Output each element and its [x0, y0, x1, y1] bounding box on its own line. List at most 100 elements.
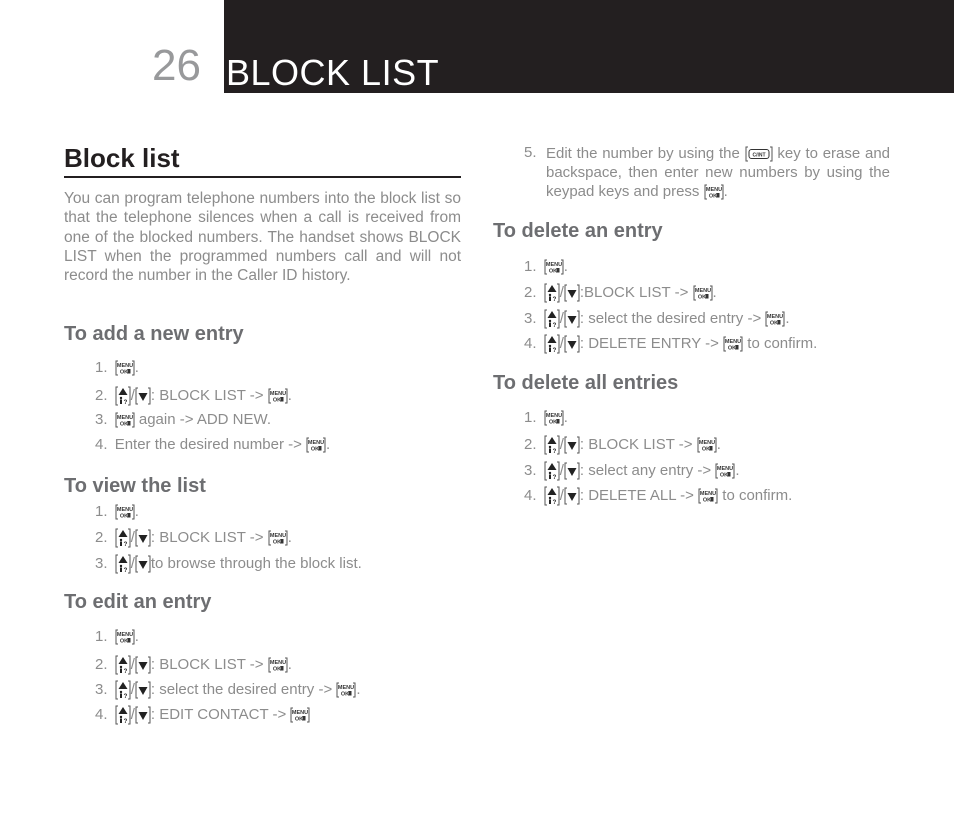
step-item: 4. ? / : EDIT CONTACT -> MENU OK — [95, 705, 310, 725]
heading-edit-entry: To edit an entry — [64, 591, 212, 613]
svg-text:MENU: MENU — [117, 632, 133, 638]
menu-ok-key-icon: MENU OK — [268, 530, 288, 546]
svg-text:MENU: MENU — [308, 440, 324, 446]
step-item: 1. MENU OK . — [95, 359, 139, 376]
up-key-icon: ? — [544, 435, 560, 455]
svg-text:?: ? — [123, 542, 127, 548]
step-item: 3. ? / to browse through the block list. — [95, 554, 362, 574]
svg-text:OK: OK — [341, 692, 349, 698]
svg-text:OK: OK — [697, 295, 705, 301]
clear-key-icon: C/INT — [745, 146, 773, 162]
svg-text:?: ? — [552, 323, 556, 329]
svg-text:OK: OK — [703, 498, 711, 504]
step-number: 2. — [524, 283, 541, 301]
menu-ok-key-icon: MENU OK — [115, 412, 135, 428]
up-key-icon: ? — [544, 486, 560, 506]
heading-delete-entry: To delete an entry — [493, 220, 663, 242]
menu-ok-key-icon: MENU OK — [544, 259, 564, 275]
svg-text:MENU: MENU — [292, 710, 308, 716]
up-key-icon: ? — [544, 334, 560, 354]
page-number: 26 — [152, 41, 201, 90]
svg-text:OK: OK — [708, 194, 716, 200]
svg-text:OK: OK — [720, 473, 728, 479]
up-key-icon: ? — [115, 386, 131, 406]
svg-text:?: ? — [552, 500, 556, 506]
svg-text:OK: OK — [273, 540, 281, 546]
step-number: 4. — [524, 486, 541, 504]
step-number: 2. — [95, 528, 112, 546]
svg-text:MENU: MENU — [270, 660, 286, 666]
step-number: 3. — [524, 309, 541, 327]
section-title: Block list — [64, 143, 180, 173]
down-key-icon — [564, 284, 580, 302]
step-item: 2. ? / :BLOCK LIST -> MENU OK . — [524, 283, 717, 303]
svg-text:OK: OK — [120, 422, 128, 428]
svg-text:MENU: MENU — [767, 314, 783, 320]
svg-text:OK: OK — [120, 370, 128, 376]
up-key-icon: ? — [115, 554, 131, 574]
menu-ok-key-icon: MENU OK — [715, 463, 735, 479]
svg-text:?: ? — [552, 475, 556, 481]
svg-text:OK: OK — [549, 269, 557, 275]
step-item: 3. ? / : select the desired entry -> MENU… — [95, 680, 361, 700]
svg-text:?: ? — [552, 449, 556, 455]
svg-text:OK: OK — [770, 321, 778, 327]
svg-text:MENU: MENU — [270, 533, 286, 539]
heading-view-list: To view the list — [64, 475, 206, 497]
menu-ok-key-icon: MENU OK — [698, 488, 718, 504]
step-number: 3. — [95, 411, 112, 428]
step-number: 1. — [95, 503, 112, 520]
svg-text:MENU: MENU — [117, 507, 133, 513]
intro-paragraph: You can program telephone numbers into t… — [64, 190, 461, 285]
menu-ok-key-icon: MENU OK — [336, 682, 356, 698]
svg-text:MENU: MENU — [725, 339, 741, 345]
step-item: 1. MENU OK . — [524, 409, 568, 426]
step-number: 3. — [524, 461, 541, 479]
menu-ok-key-icon: MENU OK — [704, 184, 724, 200]
step-number: 1. — [524, 409, 541, 426]
svg-text:OK: OK — [295, 717, 303, 723]
up-key-icon: ? — [544, 283, 560, 303]
svg-text:MENU: MENU — [705, 187, 721, 193]
svg-text:?: ? — [123, 568, 127, 574]
down-key-icon — [135, 529, 151, 547]
svg-text:?: ? — [123, 694, 127, 700]
step-item: 3. ? / : select any entry -> MENU OK . — [524, 461, 740, 481]
menu-ok-key-icon: MENU OK — [693, 285, 713, 301]
heading-add-entry: To add a new entry — [64, 323, 244, 345]
svg-text:MENU: MENU — [717, 466, 733, 472]
step-item: 1. MENU OK . — [95, 628, 139, 645]
up-key-icon: ? — [115, 705, 131, 725]
down-key-icon — [135, 555, 151, 573]
svg-text:OK: OK — [728, 346, 736, 352]
menu-ok-key-icon: MENU OK — [544, 410, 564, 426]
step-item: 3. ? / : select the desired entry -> MENU… — [524, 309, 790, 329]
step-number: 2. — [95, 655, 112, 673]
svg-text:MENU: MENU — [700, 491, 716, 497]
svg-text:OK: OK — [549, 420, 557, 426]
svg-text:?: ? — [552, 297, 556, 303]
up-key-icon: ? — [115, 655, 131, 675]
svg-text:OK: OK — [273, 667, 281, 673]
step-number: 1. — [524, 258, 541, 275]
svg-text:MENU: MENU — [546, 413, 562, 419]
svg-text:C/INT: C/INT — [752, 152, 765, 158]
up-key-icon: ? — [115, 528, 131, 548]
step-item: 1. MENU OK . — [95, 503, 139, 520]
step-number: 4. — [95, 436, 112, 453]
svg-text:?: ? — [123, 669, 127, 675]
menu-ok-key-icon: MENU OK — [306, 437, 326, 453]
svg-text:OK: OK — [120, 514, 128, 520]
step-number: 2. — [95, 386, 112, 404]
step-number: 3. — [95, 554, 112, 572]
svg-text:MENU: MENU — [699, 440, 715, 446]
down-key-icon — [564, 462, 580, 480]
step-item: 4. ? / : DELETE ENTRY -> MENU OK to confi… — [524, 334, 818, 354]
down-key-icon — [135, 681, 151, 699]
step-text: Edit the number by using the C/INT key t… — [546, 145, 890, 200]
step-item: 2. ? / : BLOCK LIST -> MENU OK . — [95, 386, 292, 406]
svg-text:MENU: MENU — [546, 262, 562, 268]
menu-ok-key-icon: MENU OK — [765, 311, 785, 327]
menu-ok-key-icon: MENU OK — [697, 437, 717, 453]
step-number: 3. — [95, 680, 112, 698]
